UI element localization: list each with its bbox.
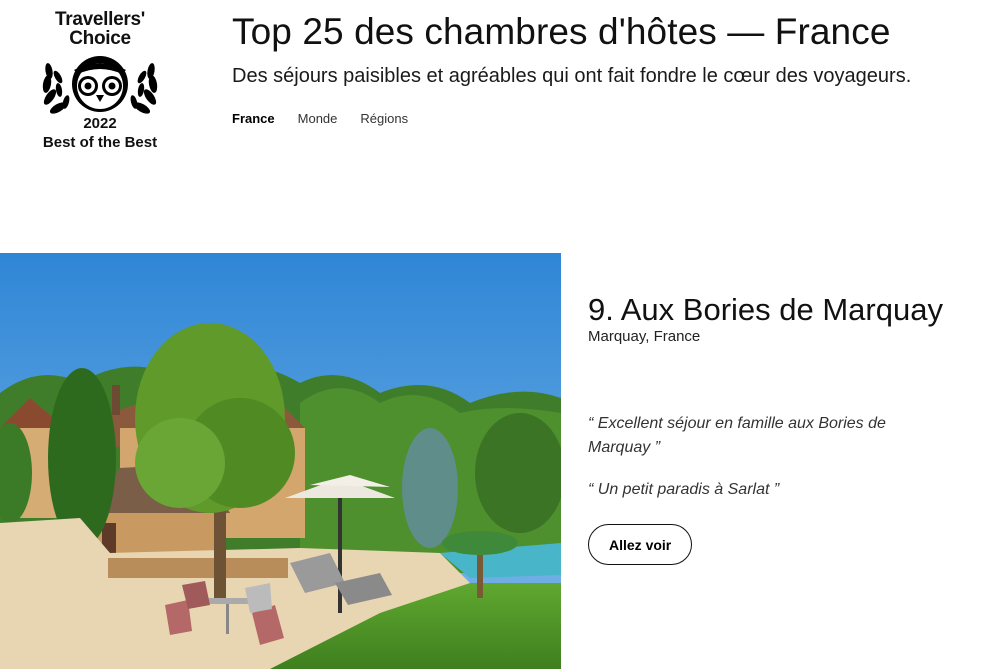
page-header: Top 25 des chambres d'hôtes — France Des… xyxy=(232,8,992,128)
listing-photo[interactable] xyxy=(0,253,561,669)
tab-monde[interactable]: Monde xyxy=(298,110,338,128)
garden-pool-house-photo xyxy=(0,253,561,669)
badge-tier: Best of the Best xyxy=(42,134,158,151)
owl-laurel-icon xyxy=(42,56,158,114)
page-subtitle: Des séjours paisibles et agréables qui o… xyxy=(232,65,912,87)
region-tabs: France Monde Régions xyxy=(232,110,992,128)
page: Travellers' Choice 2022 Best of the Best… xyxy=(0,0,1004,669)
tab-france[interactable]: France xyxy=(232,110,275,128)
listing-title[interactable]: 9. Aux Bories de Marquay xyxy=(588,290,1004,330)
listing-location: Marquay, France xyxy=(588,328,701,345)
tab-regions[interactable]: Régions xyxy=(360,110,408,128)
review-snippet: “ Un petit paradis à Sarlat ” xyxy=(588,481,780,498)
page-title: Top 25 des chambres d'hôtes — France xyxy=(232,11,891,52)
go-see-button[interactable]: Allez voir xyxy=(588,524,693,565)
review-snippet: “ Excellent séjour en famille aux Bories… xyxy=(588,415,886,456)
badge-line-1: Travellers' xyxy=(55,9,145,30)
badge-line-2: Choice xyxy=(69,28,131,49)
listing-info: 9. Aux Bories de Marquay Marquay, France… xyxy=(588,290,1004,565)
travellers-choice-badge: Travellers' Choice 2022 Best of the Best xyxy=(30,10,170,152)
review-list: “ Excellent séjour en famille aux Bories… xyxy=(588,412,1004,502)
badge-year: 2022 xyxy=(83,115,117,132)
